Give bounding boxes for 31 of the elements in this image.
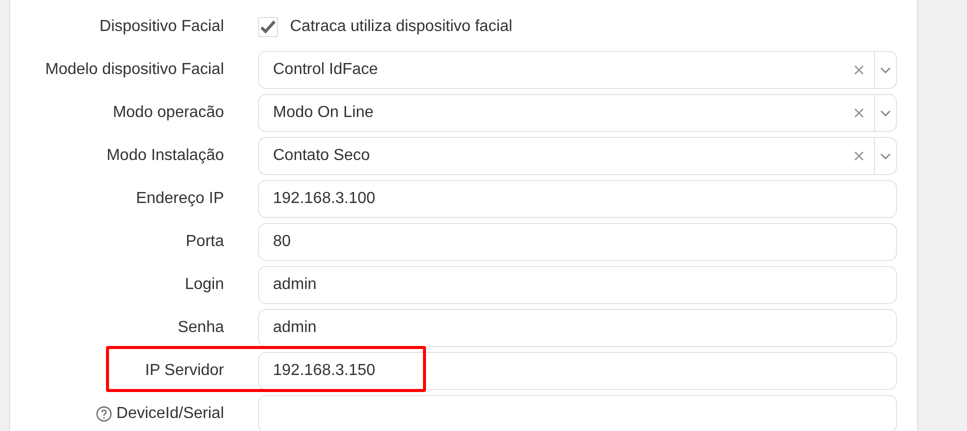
field-label: IP Servidor [145, 361, 224, 381]
field-label: Senha [178, 318, 224, 338]
field-label: Login [184, 275, 224, 295]
chevron-down-icon[interactable] [880, 66, 891, 74]
clear-icon[interactable] [854, 151, 864, 161]
selected-value: Control IdFace [272, 60, 379, 80]
checkbox-label: Catraca utiliza dispositivo facial [290, 17, 512, 37]
input-field[interactable]: admin [258, 309, 897, 347]
field-label: Modo Instalação [106, 146, 224, 166]
field-label: Modelo dispositivo Facial [45, 60, 224, 80]
help-icon[interactable] [96, 406, 112, 422]
input-field[interactable]: 192.168.3.150 [258, 352, 897, 390]
input-field[interactable]: 192.168.3.100 [258, 180, 897, 218]
field-label: Endereço IP [136, 189, 224, 209]
dropdown-field[interactable]: Control IdFace [258, 51, 897, 89]
field-label: Dispositivo Facial [100, 17, 224, 37]
input-field[interactable] [258, 395, 897, 431]
field-label: DeviceId/Serial [116, 404, 224, 424]
selected-value: Modo On Line [272, 103, 375, 123]
clear-icon[interactable] [854, 108, 864, 118]
dropdown-field[interactable]: Modo On Line [258, 94, 897, 132]
field-label: Modo operacão [112, 103, 224, 123]
clear-icon[interactable] [854, 65, 864, 75]
checkbox[interactable] [258, 17, 278, 37]
dropdown-field[interactable]: Contato Seco [258, 137, 897, 175]
chevron-down-icon[interactable] [880, 110, 891, 116]
field-label: Porta [186, 232, 224, 252]
input-field[interactable]: admin [258, 266, 897, 304]
selected-value: Contato Seco [272, 146, 371, 166]
input-field[interactable]: 80 [258, 223, 897, 261]
chevron-down-icon[interactable] [880, 152, 891, 160]
